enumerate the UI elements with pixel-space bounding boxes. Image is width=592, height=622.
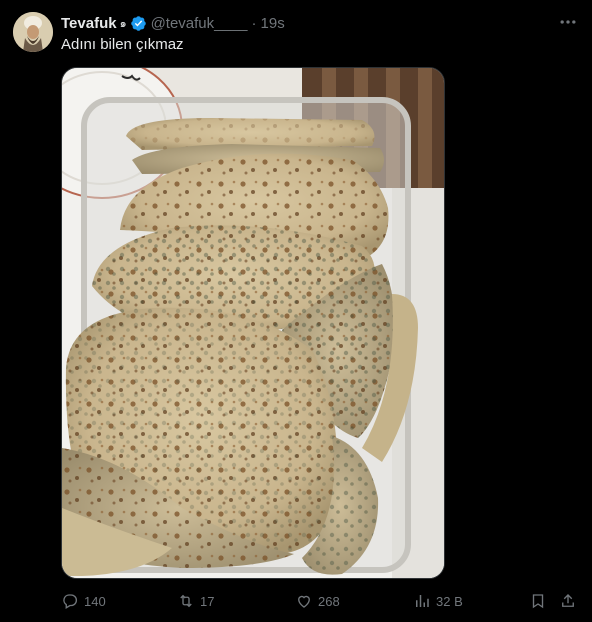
like-icon	[298, 595, 310, 608]
bookmark-icon	[532, 594, 544, 609]
views-icon	[416, 595, 429, 607]
views-button[interactable]: 32 B	[413, 590, 463, 612]
view-count: 32 B	[436, 593, 463, 609]
header-separator: ·	[251, 14, 257, 32]
repost-icon	[180, 594, 192, 608]
like-button[interactable]: 268	[295, 590, 340, 612]
author-handle[interactable]: @tevafuk____	[151, 15, 248, 32]
reply-button[interactable]: 140	[61, 590, 106, 612]
share-icon	[562, 594, 574, 607]
tweet-text: Adını bilen çıkmaz	[61, 36, 184, 53]
avatar-portrait	[13, 12, 53, 52]
like-count: 268	[318, 593, 340, 609]
repost-button[interactable]: 17	[177, 590, 214, 612]
tweet-timestamp[interactable]: 19s	[261, 15, 285, 32]
share-button[interactable]	[559, 590, 582, 612]
tweet-actions: 140 17 268 32 B	[61, 590, 581, 612]
repost-count: 17	[200, 593, 215, 609]
more-icon[interactable]	[558, 12, 578, 32]
tweet-header: Tevafuk ๑ @tevafuk____ · 19s	[61, 13, 285, 33]
tweet-photo[interactable]	[61, 67, 445, 579]
reply-count: 140	[84, 593, 106, 609]
food-photo	[62, 68, 444, 578]
avatar[interactable]	[13, 12, 53, 52]
author-name-mark: ๑	[119, 18, 127, 30]
bookmark-button[interactable]	[529, 590, 552, 612]
verified-badge-icon	[130, 15, 146, 31]
reply-icon	[63, 594, 77, 609]
author-name[interactable]: Tevafuk	[61, 15, 117, 32]
